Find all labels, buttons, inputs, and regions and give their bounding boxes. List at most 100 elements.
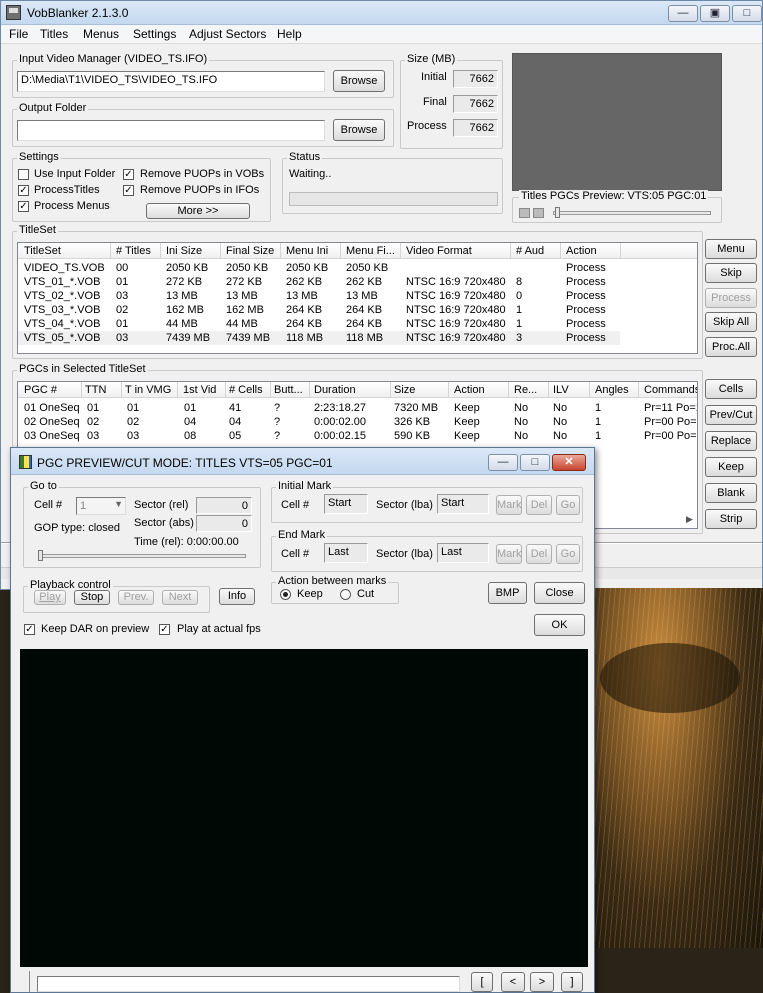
nav-slider-track[interactable] [37,976,460,992]
stop-button[interactable]: Stop [74,590,110,605]
process-titles-checkbox[interactable]: ✓ [18,185,29,196]
menu-file[interactable]: File [9,27,28,41]
menu-menus[interactable]: Menus [83,27,119,41]
menu-bar: File Titles Menus Settings Adjust Sector… [1,25,762,44]
settings-group-label: Settings [17,151,61,163]
keep-radio[interactable] [280,589,291,600]
col-video-format[interactable]: Video Format [406,245,510,258]
table-row[interactable]: 03 OneSeq 03 03 08 05? 0:00:02.15 590 KB Keep No… [18,429,697,443]
goto-cell-select[interactable]: 1 ▼ [76,497,126,515]
end-mark-button[interactable]: Mark [496,544,522,564]
col-first-vid[interactable]: 1st Vid [183,384,225,397]
table-row[interactable]: 02 OneSeq 02 02 04 04? 0:00:02.00 326 KB Keep No… [18,415,697,429]
nav-prev-button[interactable]: < [501,972,525,992]
remove-puops-ifos-checkbox[interactable]: ✓ [123,185,134,196]
preview-slider-thumb[interactable] [555,207,560,218]
prev-button[interactable]: Prev. [118,590,154,605]
col-final-size[interactable]: Final Size [226,245,280,258]
col-angles[interactable]: Angles [595,384,637,397]
col-pgc[interactable]: PGC # [24,384,78,397]
col-ilv[interactable]: ILV [553,384,589,397]
bmp-button[interactable]: BMP [488,582,527,604]
cut-radio[interactable] [340,589,351,600]
blank-button[interactable]: Blank [705,483,757,503]
col-duration[interactable]: Duration [314,384,390,397]
dialog-maximize-button[interactable]: □ [520,454,550,471]
bracket-left-button[interactable]: [ [471,972,493,992]
col-ini-size[interactable]: Ini Size [166,245,218,258]
table-row-selected[interactable]: VTS_05_*.VOB 03 7439 MB 7439 MB 118 MB 118 MB… [18,331,620,345]
dialog-minimize-button[interactable]: — [488,454,518,471]
process-menus-checkbox[interactable]: ✓ [18,201,29,212]
menu-help[interactable]: Help [277,27,302,41]
input-browse-button[interactable]: Browse [333,70,385,92]
menu-button[interactable]: Menu [705,239,757,259]
cells-button[interactable]: Cells [705,379,757,399]
ok-button[interactable]: OK [534,614,585,636]
col-buttons[interactable]: Butt... [274,384,310,397]
col-action[interactable]: Action [566,245,618,258]
table-row[interactable]: 01 OneSeq 01 01 01 41? 2:23:18.27 7320 MB Keep N… [18,401,697,415]
strip-button[interactable]: Strip [705,509,757,529]
col-menu-ini[interactable]: Menu Ini [286,245,340,258]
process-all-button[interactable]: Proc.All [705,337,757,357]
more-button[interactable]: More >> [146,203,250,219]
col-titleset[interactable]: TitleSet [24,245,108,258]
col-menu-final[interactable]: Menu Fi... [346,245,400,258]
table-row[interactable]: VTS_03_*.VOB 02 162 MB 162 MB 264 KB 264 KB NT… [18,303,697,317]
menu-adjust-sectors[interactable]: Adjust Sectors [189,27,266,41]
input-path-field[interactable]: D:\Media\T1\VIDEO_TS\VIDEO_TS.IFO [17,71,325,92]
remove-puops-vobs-checkbox[interactable]: ✓ [123,169,134,180]
col-size[interactable]: Size [394,384,448,397]
initial-del-button[interactable]: Del [526,495,552,515]
scroll-right-icon[interactable]: ▶ [686,514,693,525]
dialog-close-icon[interactable]: ✕ [552,454,586,471]
maximize-button[interactable]: ▣ [700,5,730,22]
use-input-folder-checkbox[interactable] [18,169,29,180]
bracket-right-button[interactable]: ] [561,972,583,992]
process-button[interactable]: Process [705,288,757,308]
next-button[interactable]: Next [162,590,198,605]
skip-all-button[interactable]: Skip All [705,312,757,332]
keep-button[interactable]: Keep [705,457,757,477]
preview-next-icon[interactable] [533,208,544,218]
dialog-close-button[interactable]: Close [534,582,585,604]
titleset-table[interactable]: TitleSet # Titles Ini Size Final Size Me… [17,242,698,354]
replace-button[interactable]: Replace [705,431,757,451]
info-button[interactable]: Info [219,588,255,605]
table-row[interactable]: VTS_04_*.VOB 01 44 MB 44 MB 264 KB 264 KB NTSC… [18,317,697,331]
col-cells[interactable]: # Cells [229,384,269,397]
playback-group: Playback control Play Stop Prev. Next [23,579,210,613]
close-button[interactable]: □ [732,5,762,22]
prev-cut-button[interactable]: Prev/Cut [705,405,757,425]
goto-slider-track[interactable] [38,554,246,558]
menu-titles[interactable]: Titles [40,27,68,41]
table-row[interactable]: VTS_01_*.VOB 01 272 KB 272 KB 262 KB 262 KB NT… [18,275,697,289]
col-titles[interactable]: # Titles [116,245,164,258]
keep-dar-checkbox[interactable]: ✓ [24,624,35,635]
table-row[interactable]: VIDEO_TS.VOB 00 2050 KB 2050 KB 2050 KB 2050 … [18,261,697,275]
process-size-value: 7662 [453,119,498,137]
play-button[interactable]: Play [34,590,66,605]
nav-next-button[interactable]: > [530,972,554,992]
preview-slider-track[interactable] [553,211,711,215]
col-ttn[interactable]: TTN [85,384,121,397]
col-pgc-action[interactable]: Action [454,384,506,397]
menu-settings[interactable]: Settings [133,27,176,41]
col-commands[interactable]: Commands [644,384,697,397]
col-t-in-vmg[interactable]: T in VMG [125,384,177,397]
goto-slider-thumb[interactable] [38,550,43,561]
col-re[interactable]: Re... [514,384,546,397]
initial-go-button[interactable]: Go [556,495,580,515]
initial-mark-button[interactable]: Mark [496,495,522,515]
play-fps-checkbox[interactable]: ✓ [159,624,170,635]
skip-button[interactable]: Skip [705,263,757,283]
table-row[interactable]: VTS_02_*.VOB 03 13 MB 13 MB 13 MB 13 MB NTSC 1… [18,289,697,303]
preview-prev-icon[interactable] [519,208,530,218]
end-go-button[interactable]: Go [556,544,580,564]
col-audio[interactable]: # Aud [516,245,556,258]
minimize-button[interactable]: — [668,5,698,22]
output-path-field[interactable] [17,120,325,141]
end-del-button[interactable]: Del [526,544,552,564]
output-browse-button[interactable]: Browse [333,119,385,141]
